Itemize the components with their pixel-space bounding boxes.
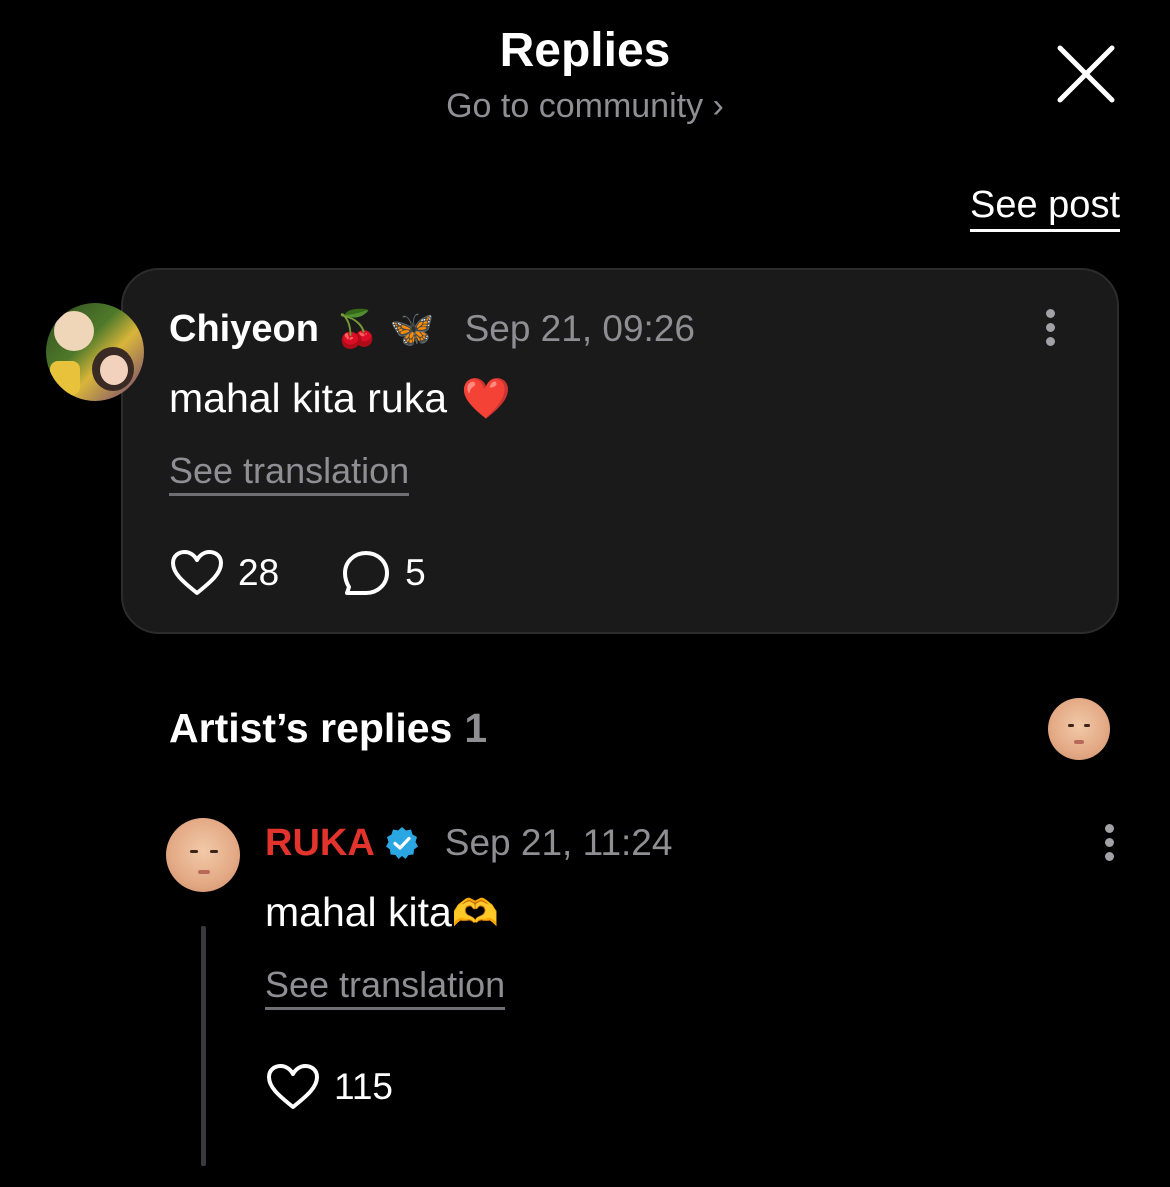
reply-like-button[interactable]: 115 <box>266 1063 393 1111</box>
comment-actions: 28 5 <box>170 548 426 598</box>
comment-text: mahal kita ruka ❤️ <box>169 374 511 423</box>
go-to-community-link[interactable]: Go to community › <box>0 86 1170 126</box>
speech-bubble-icon <box>343 551 390 595</box>
reply-button[interactable]: 5 <box>341 549 426 597</box>
like-count: 28 <box>238 552 280 593</box>
comment-more-button[interactable] <box>1040 309 1060 353</box>
reply-count: 5 <box>405 552 426 593</box>
close-button[interactable] <box>1052 40 1120 108</box>
go-to-community-label: Go to community <box>446 87 704 125</box>
heart-outline-icon <box>171 550 223 595</box>
thread-line <box>201 926 206 1166</box>
reply-avatar[interactable] <box>166 818 240 892</box>
artist-avatar-small[interactable] <box>1048 698 1110 760</box>
chevron-right-icon: › <box>712 87 724 125</box>
reply-more-button[interactable] <box>1099 824 1119 868</box>
more-vertical-icon <box>1099 824 1119 861</box>
cherry-icon: 🍒 <box>334 309 380 350</box>
reply-text: mahal kita🫶 <box>265 888 499 937</box>
heart-outline-icon <box>267 1064 319 1109</box>
reply-author-name[interactable]: RUKA <box>265 822 375 865</box>
comment-author-line: Chiyeon 🍒 🦋 Sep 21, 09:26 <box>169 306 695 352</box>
reply-see-translation-link[interactable]: See translation <box>265 964 506 1010</box>
more-vertical-icon <box>1040 309 1060 346</box>
heart-hands-icon: 🫶 <box>451 891 500 935</box>
comment-body: mahal kita ruka <box>169 375 448 421</box>
artist-replies-title: Artist’s replies <box>169 705 453 751</box>
reply-like-count: 115 <box>334 1066 393 1107</box>
reply-timestamp: Sep 21, 11:24 <box>444 822 673 863</box>
comment-timestamp: Sep 21, 09:26 <box>464 308 695 349</box>
reply-body: mahal kita <box>265 889 452 935</box>
heart-emoji-icon: ❤️ <box>461 376 511 422</box>
comment-author-name[interactable]: Chiyeon <box>169 308 319 351</box>
artist-replies-count: 1 <box>464 705 488 751</box>
avatar[interactable] <box>46 303 144 401</box>
butterfly-icon: 🦋 <box>389 309 435 350</box>
reply-author-line: RUKA Sep 21, 11:24 <box>265 820 672 866</box>
see-post-link[interactable]: See post <box>970 183 1120 232</box>
reply-actions: 115 <box>266 1062 393 1112</box>
artist-replies-heading: Artist’s replies 1 <box>169 704 487 752</box>
like-button[interactable]: 28 <box>170 549 279 597</box>
close-icon <box>1057 45 1115 103</box>
verified-badge-icon <box>385 827 418 859</box>
see-translation-link[interactable]: See translation <box>169 450 410 496</box>
page-title: Replies <box>499 24 671 77</box>
